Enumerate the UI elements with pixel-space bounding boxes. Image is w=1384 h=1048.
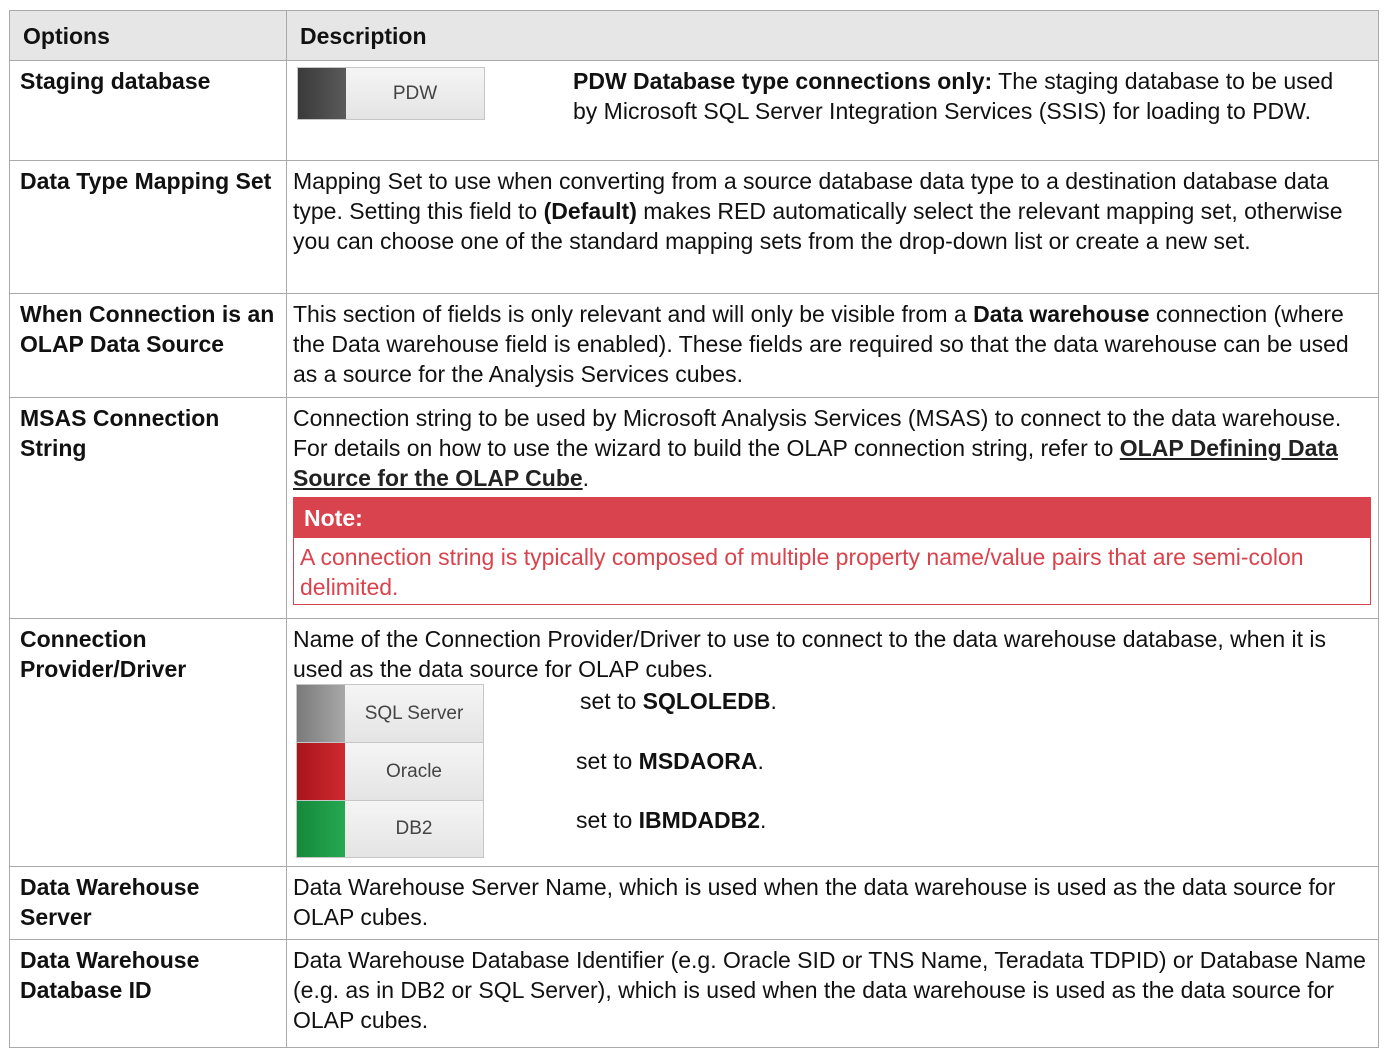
note-text: A connection string is typically compose… [300, 544, 1304, 600]
option-name: Data Warehouse Database ID [9, 939, 287, 1048]
option-name: Data Warehouse Server [9, 866, 287, 940]
option-description: Mapping Set to use when converting from … [286, 160, 1379, 294]
driver-value: MSDAORA [638, 748, 758, 774]
staging-lead-text: PDW Database type connections only: [573, 68, 993, 94]
sqlserver-driver-text: set to SQLOLEDB. [580, 686, 777, 716]
option-description: Data Warehouse Server Name, which is use… [286, 866, 1379, 940]
option-description: PDW PDW Database type connections only: … [286, 60, 1379, 161]
option-name: When Connection is an OLAP Data Source [9, 293, 287, 398]
oracle-driver-text: set to MSDAORA. [576, 746, 764, 776]
table-header-row: Options Description [9, 10, 1379, 61]
db2-tag: DB2 [296, 800, 484, 858]
driver-prefix: set to [580, 688, 643, 714]
mapping-default-text: (Default) [543, 198, 637, 224]
staging-description-text: PDW Database type connections only: The … [573, 66, 1343, 126]
pdw-color-swatch [298, 68, 346, 119]
option-name: Data Type Mapping Set [9, 160, 287, 294]
table-row: Data Warehouse Database ID Data Warehous… [9, 939, 1379, 1048]
table-row: MSAS Connection String Connection string… [9, 397, 1379, 619]
db2-tag-label: DB2 [395, 818, 433, 839]
driver-list: SQL Server Oracle DB2 set to SQLOLEDB. s… [293, 684, 1368, 858]
option-description: Name of the Connection Provider/Driver t… [286, 618, 1379, 867]
sqlserver-tag: SQL Server [296, 684, 484, 742]
driver-value: SQLOLEDB [642, 688, 771, 714]
option-name: MSAS Connection String [9, 397, 287, 619]
driver-prefix: set to [576, 807, 639, 833]
table-row: Staging database PDW PDW Database type c… [9, 60, 1379, 161]
pdw-tag-label: PDW [392, 82, 438, 104]
table-row: When Connection is an OLAP Data Source T… [9, 293, 1379, 398]
driver-suffix: . [770, 688, 777, 714]
table-row: Data Type Mapping Set Mapping Set to use… [9, 160, 1379, 294]
option-name: Staging database [9, 60, 287, 161]
db2-driver-text: set to IBMDADB2. [576, 805, 766, 835]
option-description: Connection string to be used by Microsof… [286, 397, 1379, 619]
option-description: This section of fields is only relevant … [286, 293, 1379, 398]
oracle-color-swatch [297, 743, 345, 800]
db2-color-swatch [297, 801, 345, 857]
table-row: Data Warehouse Server Data Warehouse Ser… [9, 866, 1379, 940]
driver-suffix: . [760, 807, 767, 833]
oracle-tag-label: Oracle [386, 760, 442, 782]
option-description: Data Warehouse Database Identifier (e.g.… [286, 939, 1379, 1048]
description-column-header: Description [286, 10, 1379, 61]
table-row: Connection Provider/Driver Name of the C… [9, 618, 1379, 867]
oracle-tag: Oracle [296, 742, 484, 800]
pdw-database-tag: PDW [297, 67, 485, 120]
olap-bold-text: Data warehouse [973, 301, 1150, 327]
driver-suffix: . [757, 748, 764, 774]
driver-tag-stack: SQL Server Oracle DB2 [296, 684, 486, 858]
note-title: Note: [294, 498, 1370, 538]
msas-text-2: . [582, 465, 590, 491]
options-table: Options Description Staging database PDW… [9, 10, 1379, 1048]
driver-value: IBMDADB2 [638, 807, 761, 833]
provider-text: Name of the Connection Provider/Driver t… [293, 626, 1327, 682]
driver-prefix: set to [576, 748, 639, 774]
options-column-header: Options [9, 10, 287, 61]
sqlserver-tag-label: SQL Server [364, 702, 464, 724]
option-name: Connection Provider/Driver [9, 618, 287, 867]
sqlserver-color-swatch [297, 685, 345, 742]
note-box: Note: A connection string is typically c… [293, 497, 1371, 605]
olap-text-1: This section of fields is only relevant … [293, 301, 974, 327]
